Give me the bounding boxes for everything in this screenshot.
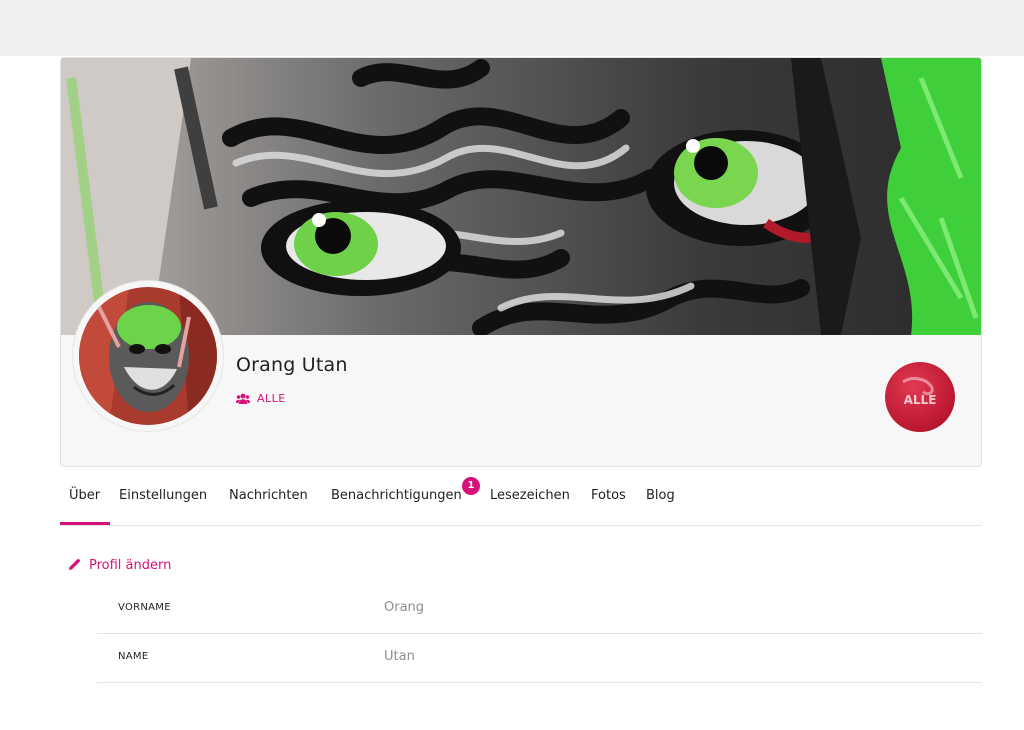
field-value: Utan: [384, 649, 415, 664]
field-label: VORNAME: [118, 602, 171, 613]
group-badge-logo[interactable]: ALLE: [885, 362, 955, 432]
users-icon: [236, 389, 250, 408]
field-label: NAME: [118, 651, 149, 662]
notification-count-badge: 1: [462, 477, 480, 495]
tab-benachrichtigungen[interactable]: Benachrichtigungen: [331, 488, 462, 503]
edit-profile-label: Profil ändern: [89, 558, 172, 573]
edit-profile-link[interactable]: Profil ändern: [68, 556, 171, 575]
top-bar: [0, 0, 1024, 56]
group-label: ALLE: [257, 392, 286, 405]
tab-nachrichten[interactable]: Nachrichten: [229, 488, 308, 503]
field-row-vorname: VORNAME Orang: [97, 585, 982, 634]
cover-image: [61, 58, 981, 335]
tab-einstellungen[interactable]: Einstellungen: [119, 488, 207, 503]
tab-blog[interactable]: Blog: [646, 488, 675, 503]
tab-ueber[interactable]: Über: [69, 488, 100, 503]
pencil-icon: [68, 556, 81, 575]
profile-avatar[interactable]: [73, 281, 223, 431]
profile-name: Orang Utan: [236, 354, 348, 376]
badge-text: ALLE: [904, 393, 937, 407]
profile-group[interactable]: ALLE: [236, 389, 286, 408]
active-tab-indicator: [60, 522, 110, 525]
tab-lesezeichen[interactable]: Lesezeichen: [490, 488, 570, 503]
profile-tabs: Über Einstellungen Nachrichten Benachric…: [60, 477, 982, 526]
tab-fotos[interactable]: Fotos: [591, 488, 626, 503]
field-value: Orang: [384, 600, 425, 615]
field-row-name: NAME Utan: [97, 634, 982, 683]
